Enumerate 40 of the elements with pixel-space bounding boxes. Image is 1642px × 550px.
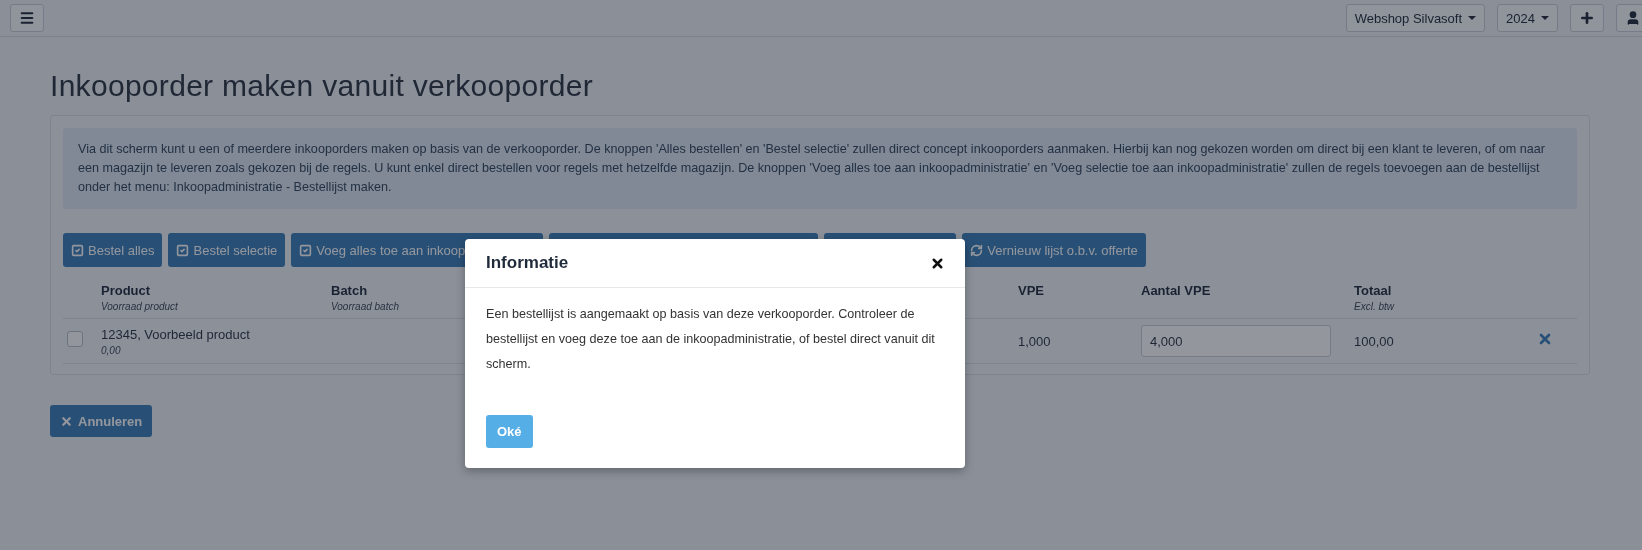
plus-icon [1579, 10, 1595, 26]
column-header: Totaal [1354, 283, 1393, 298]
action-button[interactable]: Bestel alles [63, 233, 163, 267]
year-dropdown[interactable]: 2024 [1497, 4, 1558, 32]
close-button[interactable] [930, 255, 945, 271]
caret-icon [1468, 16, 1477, 20]
page-title: Inkooporder maken vanuit verkooporder [50, 69, 595, 103]
table-cell-text: 1,000 [1018, 333, 1052, 349]
column-header: VPE [1018, 283, 1045, 298]
cancel-button[interactable]: Annuleren [50, 405, 153, 437]
refresh-icon [970, 243, 984, 257]
menu-icon [19, 10, 35, 26]
user-icon [1625, 10, 1641, 26]
close-icon [60, 414, 73, 428]
dialog-message: Een bestellijst is aangemaakt op basis van deze verkooporder. Controleer de bestellijst en voeg deze toe aan de inkoopadministratie, of bestel direct vanuit dit scherm. [486, 306, 936, 373]
column-header: Aantal VPE [1141, 283, 1212, 298]
workspace-dropdown[interactable]: Webshop Silvasoft [1345, 4, 1486, 32]
user-button[interactable] [1616, 4, 1642, 32]
close-icon [930, 255, 945, 271]
checkbox-icon [71, 243, 84, 257]
menu-button[interactable] [10, 4, 44, 32]
action-button[interactable]: Bestel selectie [168, 233, 286, 267]
caret-icon [1541, 16, 1549, 20]
column-header: Batch [331, 283, 369, 298]
add-button[interactable] [1570, 4, 1604, 32]
delete-icon[interactable] [1537, 331, 1553, 347]
action-button[interactable]: Vernieuw lijst o.b.v. offerte [962, 233, 1146, 267]
table-cell-text: 100,00 [1354, 333, 1395, 349]
info-message: Via dit scherm kunt u een of meerdere inkooporders maken op basis van de verkooporder. De knoppen 'Alles bestellen' en 'Bestel selectie' zullen direct concept inkooporders aanmaken. Hierbij kan nog gekozen worden om direct bij een klant te leveren, of om naar een magazijn te leveren zoals gekozen bij de regels. U kunt enkel direct bestellen voor regels met hetzelfde magazijn. De knoppen 'Voeg alles toe aan inkoopadministratie' en 'Voeg selectie toe aan inkoopadministratie' zullen de regels toevoegen aan de bestellijst onder het menu: Inkoopadministratie - Bestellijst maken. [63, 128, 1577, 209]
row-checkbox[interactable] [67, 331, 83, 347]
checkbox-icon [299, 243, 313, 257]
column-subheader: Voorraad batch [331, 301, 400, 312]
quantity-field[interactable]: 4,000 [1141, 325, 1331, 357]
column-subheader: Excl. btw [1354, 301, 1396, 312]
product-name: 12345, Voorbeeld product [101, 326, 251, 342]
column-subheader: Voorraad product [101, 301, 179, 312]
ok-button[interactable]: Oké [486, 415, 533, 448]
column-header: Product [101, 283, 152, 298]
stock-value: 0,00 [101, 344, 122, 356]
checkbox-icon [176, 243, 190, 257]
